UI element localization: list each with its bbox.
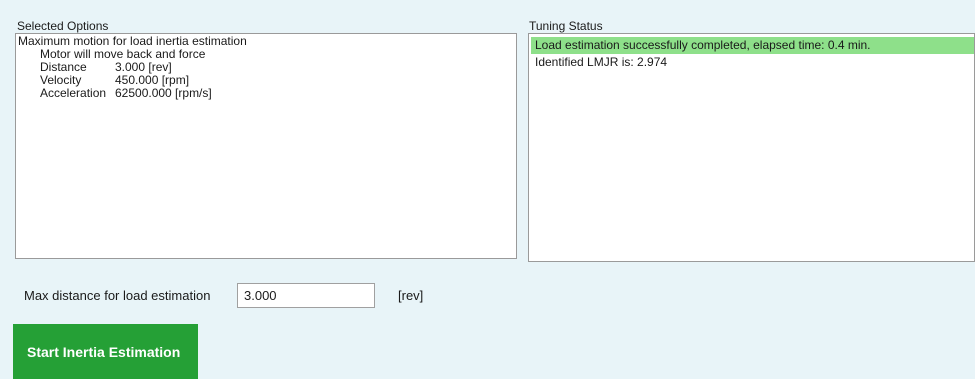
max-distance-unit: [rev] <box>398 288 424 303</box>
selected-options-panel: Maximum motion for load inertia estimati… <box>15 33 517 259</box>
option-row-distance: Distance 3.000 [rev] <box>18 61 516 74</box>
start-inertia-estimation-button[interactable]: Start Inertia Estimation <box>13 324 198 379</box>
option-value: 62500.000 [rpm/s] <box>115 86 212 100</box>
selected-options-label: Selected Options <box>17 19 109 33</box>
tuning-status-panel: Load estimation successfully completed, … <box>528 33 975 262</box>
max-distance-input[interactable] <box>237 283 375 308</box>
options-subtitle: Motor will move back and force <box>40 47 206 61</box>
status-line: Identified LMJR is: 2.974 <box>535 55 668 69</box>
option-row-acceleration: Acceleration 62500.000 [rpm/s] <box>18 87 516 100</box>
max-distance-label: Max distance for load estimation <box>24 288 211 303</box>
tuning-status-label: Tuning Status <box>529 19 603 33</box>
status-line-success: Load estimation successfully completed, … <box>531 37 974 54</box>
option-key: Acceleration <box>40 86 107 100</box>
